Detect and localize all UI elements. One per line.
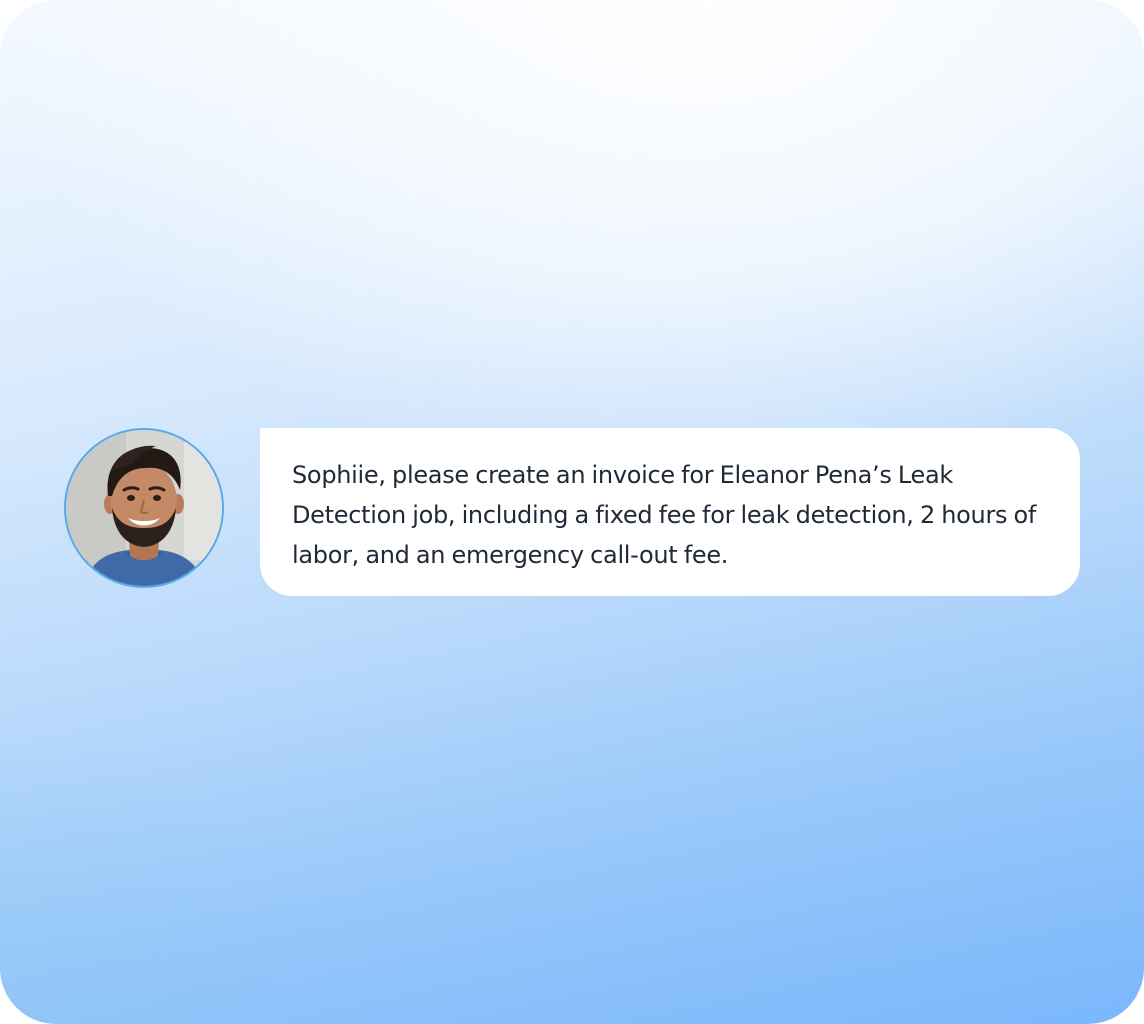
avatar	[64, 428, 224, 588]
chat-canvas: Sophiie, please create an invoice for El…	[0, 0, 1144, 1024]
chat-message-bubble: Sophiie, please create an invoice for El…	[260, 428, 1080, 596]
chat-message-row: Sophiie, please create an invoice for El…	[64, 428, 1080, 596]
chat-message-text: Sophiie, please create an invoice for El…	[292, 461, 1037, 569]
avatar-photo	[66, 430, 222, 586]
